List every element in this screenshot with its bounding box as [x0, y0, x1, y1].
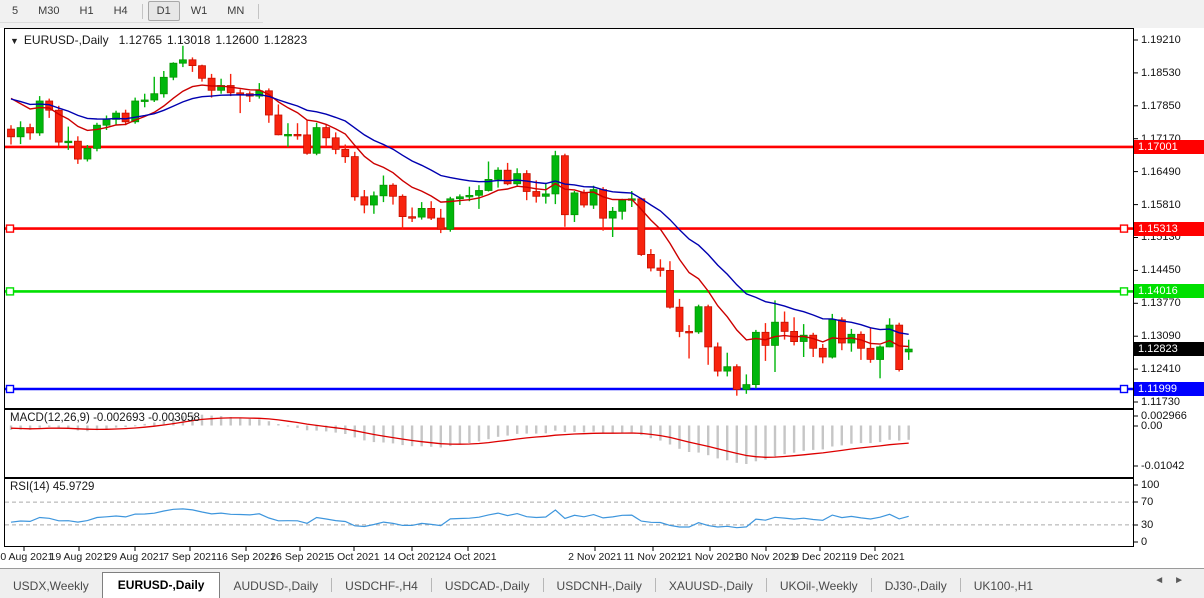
- price-axis-label: 1.14450: [1141, 264, 1181, 276]
- tab-dj30-daily[interactable]: DJ30-,Daily: [872, 574, 960, 598]
- price-axis-label: 1.19210: [1141, 34, 1181, 46]
- chart-title: ▼ EURUSD-,Daily 1.12765 1.13018 1.12600 1.128…: [10, 33, 312, 47]
- tab-usdchf-h4[interactable]: USDCHF-,H4: [332, 574, 431, 598]
- date-axis-label: 19 Dec 2021: [845, 551, 905, 563]
- price-axis-label: 1.16490: [1141, 166, 1181, 178]
- tab-ukoil-weekly[interactable]: UKOil-,Weekly: [767, 574, 871, 598]
- rsi-name: RSI(14): [10, 481, 50, 493]
- price-axis-label: 1.18530: [1141, 67, 1181, 79]
- hline-handle[interactable]: [7, 386, 14, 393]
- rsi-axis-label: 100: [1141, 479, 1159, 491]
- tab-xauusd-daily[interactable]: XAUUSD-,Daily: [656, 574, 766, 598]
- rsi-indicator-label: RSI(14) 45.9729: [10, 481, 94, 493]
- price-axis-label: 1.13770: [1141, 297, 1181, 309]
- date-axis-label: 16 Sep 2021: [216, 551, 276, 563]
- date-axis-label: 5 Oct 2021: [328, 551, 379, 563]
- symbol-period-label: EURUSD-,Daily: [24, 33, 109, 47]
- hline-handle[interactable]: [1121, 288, 1128, 295]
- axis-ticks: [24, 40, 1138, 551]
- chart-canvas: [0, 0, 1204, 598]
- macd-value-main: -0.002693: [93, 412, 145, 424]
- price-axis-label: 1.11730: [1141, 396, 1180, 408]
- ma-slow-line: [11, 95, 909, 335]
- current-price-tag: 1.12823: [1134, 342, 1204, 356]
- ohlc-close: 1.12823: [264, 33, 307, 47]
- tab-scroll-left-icon[interactable]: ◄: [1154, 575, 1174, 586]
- date-axis-label: 9 Dec 2021: [793, 551, 847, 563]
- ohlc-high: 1.13018: [167, 33, 210, 47]
- symbol-tab-bar: USDX,WeeklyEURUSD-,DailyAUDUSD-,DailyUSD…: [0, 568, 1204, 598]
- date-axis-label: 11 Nov 2021: [624, 551, 683, 563]
- ohlc-low: 1.12600: [215, 33, 258, 47]
- price-tag-1.17001: 1.17001: [1134, 140, 1204, 154]
- tab-audusd-daily[interactable]: AUDUSD-,Daily: [220, 574, 331, 598]
- mt4-chart-window: 5M30H1H4D1W1MN ▼EURUSD-,Daily1.127651.13…: [0, 0, 1204, 598]
- tab-scroll-right-icon[interactable]: ►: [1174, 575, 1194, 586]
- date-axis-label: 30 Nov 2021: [736, 551, 796, 563]
- macd-axis-label: -0.01042: [1141, 460, 1184, 472]
- hline-handle[interactable]: [7, 225, 14, 232]
- ma-fast-line: [11, 85, 909, 346]
- price-axis-label: 1.17850: [1141, 100, 1181, 112]
- date-axis-label: 24 Oct 2021: [439, 551, 496, 563]
- date-axis-label: 29 Aug 2021: [106, 551, 165, 563]
- tab-scroll-arrows: ◄►: [1154, 575, 1194, 586]
- date-axis-label: 2 Nov 2021: [568, 551, 622, 563]
- price-axis-label: 1.13090: [1141, 330, 1181, 342]
- price-pane-border: [5, 29, 1134, 409]
- price-tag-1.11999: 1.11999: [1134, 382, 1204, 396]
- date-axis-label: 14 Oct 2021: [383, 551, 440, 563]
- hline-handle[interactable]: [1121, 386, 1128, 393]
- tab-uk100-h1[interactable]: UK100-,H1: [961, 574, 1046, 598]
- rsi-axis-label: 30: [1141, 519, 1153, 531]
- rsi-pane-border: [5, 479, 1134, 547]
- tab-usdcnh-daily[interactable]: USDCNH-,Daily: [544, 574, 655, 598]
- price-axis-label: 1.15810: [1141, 199, 1181, 211]
- rsi-value: 45.9729: [53, 481, 95, 493]
- macd-value-signal: -0.003058: [148, 412, 200, 424]
- rsi-axis-label: 0: [1141, 536, 1147, 548]
- date-axis-label: 21 Nov 2021: [680, 551, 740, 563]
- macd-name: MACD(12,26,9): [10, 412, 90, 424]
- macd-axis-label: 0.00: [1141, 420, 1162, 432]
- price-tag-1.14016: 1.14016: [1134, 284, 1204, 298]
- tab-eurusd-daily[interactable]: EURUSD-,Daily: [102, 572, 221, 598]
- macd-indicator-label: MACD(12,26,9) -0.002693 -0.003058: [10, 412, 200, 424]
- date-axis-label: 10 Aug 2021: [0, 551, 53, 563]
- ohlc-open: 1.12765: [119, 33, 162, 47]
- price-axis-label: 1.12410: [1141, 363, 1181, 375]
- rsi-axis-label: 70: [1141, 496, 1153, 508]
- date-axis-label: 26 Sep 2021: [270, 551, 330, 563]
- price-tag-1.15313: 1.15313: [1134, 222, 1204, 236]
- hline-handle[interactable]: [1121, 225, 1128, 232]
- candles-layer: [8, 46, 913, 396]
- date-axis-label: 19 Aug 2021: [50, 551, 109, 563]
- tab-usdcad-daily[interactable]: USDCAD-,Daily: [432, 574, 543, 598]
- date-axis-label: 7 Sep 2021: [163, 551, 217, 563]
- hline-handle[interactable]: [7, 288, 14, 295]
- tab-usdx-weekly[interactable]: USDX,Weekly: [0, 574, 102, 598]
- symbol-dropdown-icon[interactable]: ▼: [10, 36, 19, 46]
